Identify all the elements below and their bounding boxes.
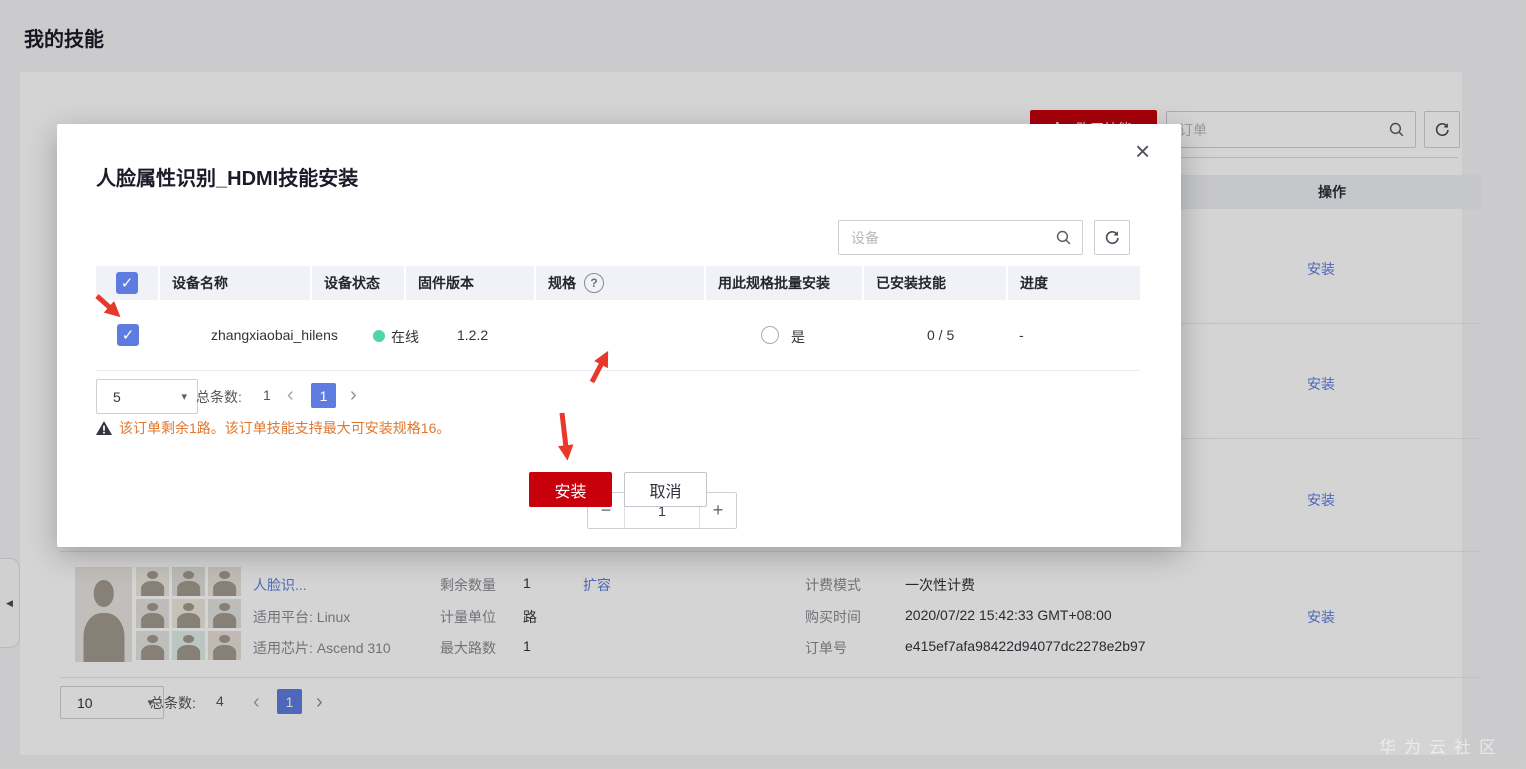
install-progress: -	[1019, 327, 1024, 343]
col-header-progress: 进度	[1008, 266, 1140, 300]
col-header-batch: 用此规格批量安装	[706, 266, 864, 300]
row-checkbox[interactable]: ✓	[117, 324, 139, 346]
cancel-button-label: 取消	[649, 483, 682, 501]
app-root: 我的技能 购买技能 操作 安装 安装 安装	[0, 0, 1526, 769]
total-label: 总条数:	[196, 389, 242, 405]
check-icon: ✓	[120, 275, 134, 292]
warning-icon	[96, 421, 112, 435]
quota-warning-text: 该订单剩余1路。该订单技能支持最大可安装规格16。	[119, 420, 451, 436]
page-number-label: 1	[319, 387, 328, 404]
check-icon: ✓	[121, 327, 135, 344]
help-glyph: ?	[590, 276, 598, 290]
refresh-icon	[1105, 230, 1119, 244]
col-header-label: 设备名称	[172, 275, 228, 291]
batch-install-label: 是	[791, 329, 805, 345]
device-search-box	[838, 220, 1083, 255]
cancel-button[interactable]: 取消	[624, 472, 707, 507]
prev-page-icon[interactable]: ‹	[287, 385, 294, 405]
device-table-row: ✓ zhangxiaobai_hilens 在线 1.2.2 − 1 + 是 0…	[96, 300, 1140, 529]
install-button[interactable]: 安装	[529, 472, 612, 507]
total-count: 1	[263, 387, 271, 403]
chevron-down-icon: ▾	[181, 391, 187, 403]
col-header-spec: 规格 ?	[536, 266, 706, 300]
col-header-device-name: 设备名称	[160, 266, 312, 300]
installed-skills: 0 / 5	[927, 327, 955, 343]
select-all-checkbox[interactable]: ✓	[116, 272, 138, 294]
install-skill-dialog: × 人脸属性识别_HDMI技能安装 ✓ 设备名称 设备状态 固件版本 规格 ? …	[57, 124, 1181, 547]
col-header-label: 用此规格批量安装	[718, 275, 830, 291]
page-number-active[interactable]: 1	[311, 383, 336, 408]
dialog-title: 人脸属性识别_HDMI技能安装	[96, 168, 359, 190]
refresh-button[interactable]	[1094, 220, 1130, 255]
col-header-label: 规格	[548, 275, 576, 291]
col-header-label: 设备状态	[324, 275, 380, 291]
next-page-icon[interactable]: ›	[350, 385, 357, 405]
install-button-label: 安装	[554, 483, 587, 501]
quota-warning: 该订单剩余1路。该订单技能支持最大可安装规格16。	[96, 418, 450, 438]
community-watermark: 华为云社区	[1379, 738, 1504, 757]
col-header-label: 固件版本	[418, 275, 474, 291]
online-status-dot	[373, 330, 385, 342]
device-status: 在线	[391, 329, 419, 345]
batch-install-radio[interactable]	[761, 326, 779, 344]
device-search-input[interactable]	[839, 229, 1045, 246]
page-size-value: 5	[113, 388, 121, 405]
col-header-firmware: 固件版本	[406, 266, 536, 300]
col-header-label: 已安装技能	[876, 275, 946, 291]
col-header-installed: 已安装技能	[864, 266, 1008, 300]
help-icon[interactable]: ?	[584, 273, 604, 293]
device-name: zhangxiaobai_hilens	[211, 327, 338, 343]
col-header-device-status: 设备状态	[312, 266, 406, 300]
page-size-select[interactable]: 5 ▾	[96, 379, 198, 414]
search-icon[interactable]	[1045, 229, 1082, 246]
device-table-header: ✓ 设备名称 设备状态 固件版本 规格 ? 用此规格批量安装 已安装技能 进度	[96, 266, 1140, 300]
col-header-label: 进度	[1020, 275, 1048, 291]
firmware-version: 1.2.2	[457, 327, 489, 343]
close-icon[interactable]: ×	[1135, 138, 1150, 164]
